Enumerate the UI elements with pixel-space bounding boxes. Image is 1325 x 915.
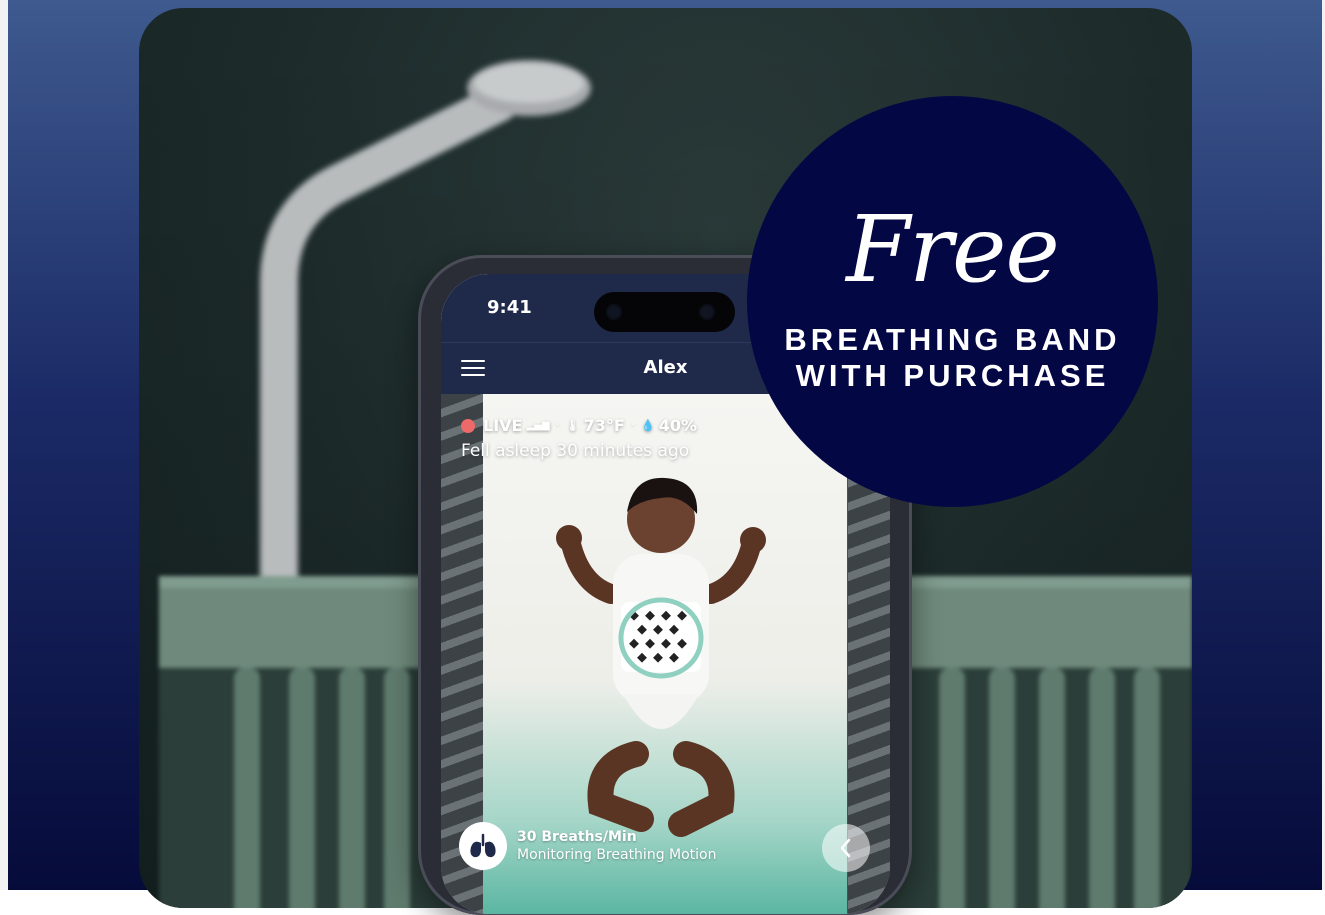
promo-badge: Free BREATHING BAND WITH PURCHASE: [747, 96, 1158, 507]
promo-headline: Free: [846, 196, 1060, 303]
sensor-icon: [699, 304, 715, 320]
camera-icon: [606, 304, 622, 320]
lungs-icon: [459, 822, 507, 870]
live-video-feed[interactable]: LIVE ▂▄▆ · 🌡 73°F · 💧 40% Fell asleep 30…: [441, 394, 890, 914]
crib-bar: [289, 668, 315, 908]
crib-bar: [1089, 668, 1115, 908]
chevron-left-icon: [840, 838, 851, 858]
breath-rate: 30 Breaths/Min: [517, 829, 637, 845]
separator: ·: [555, 418, 560, 433]
breathing-status[interactable]: 30 Breaths/Min Monitoring Breathing Moti…: [459, 822, 717, 870]
crib-bar: [939, 668, 965, 908]
promo-line-1: BREATHING BAND: [784, 322, 1121, 357]
separator: ·: [630, 418, 635, 433]
crib-bar: [234, 668, 260, 908]
crib-bar: [1039, 668, 1065, 908]
temperature-value: 73°F: [583, 416, 625, 435]
video-overlay: LIVE ▂▄▆ · 🌡 73°F · 💧 40% Fell asleep 30…: [461, 416, 697, 461]
crib-bar: [989, 668, 1015, 908]
sleeping-baby-image: [556, 477, 766, 837]
live-dot-icon: [461, 418, 475, 433]
breath-status: Monitoring Breathing Motion: [517, 847, 717, 863]
thermometer-icon: 🌡: [565, 419, 580, 432]
crib-bar: [384, 668, 410, 908]
sleep-status: Fell asleep 30 minutes ago: [461, 441, 690, 461]
crib-bar: [1134, 668, 1160, 908]
crib-bar: [339, 668, 365, 908]
status-time: 9:41: [487, 297, 532, 318]
status-row: LIVE ▂▄▆ · 🌡 73°F · 💧 40%: [461, 416, 697, 435]
live-label: LIVE: [483, 416, 523, 435]
dynamic-island: [594, 292, 735, 332]
left-edge: [0, 0, 8, 890]
promo-line-2: WITH PURCHASE: [795, 358, 1110, 393]
humidity-value: 40%: [658, 416, 697, 435]
signal-icon: ▂▄▆: [526, 420, 550, 431]
droplet-icon: 💧: [641, 419, 655, 432]
back-button[interactable]: [822, 824, 870, 872]
breathing-text: 30 Breaths/Min Monitoring Breathing Moti…: [517, 829, 717, 863]
